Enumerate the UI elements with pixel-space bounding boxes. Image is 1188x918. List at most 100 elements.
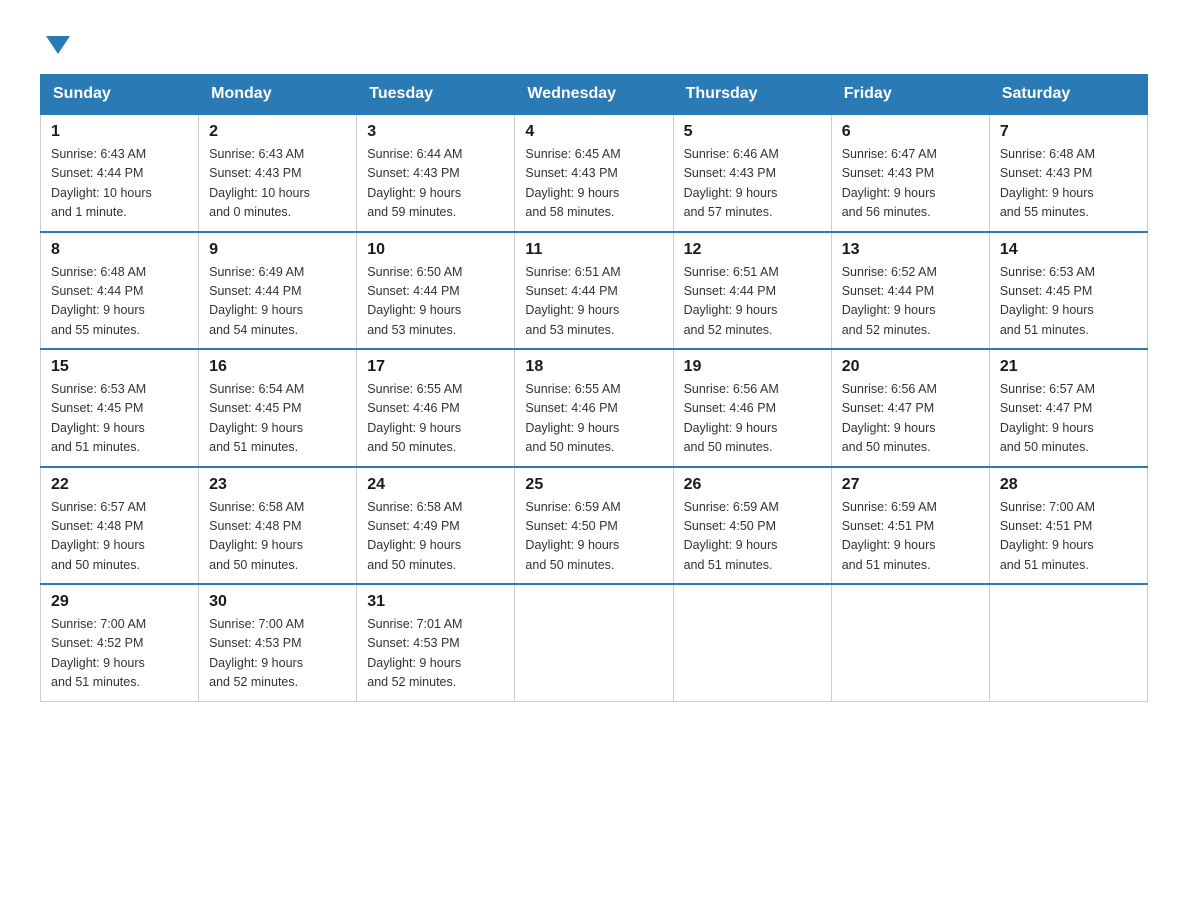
day-info: Sunrise: 6:49 AMSunset: 4:44 PMDaylight:… <box>209 263 346 341</box>
week-row-2: 8 Sunrise: 6:48 AMSunset: 4:44 PMDayligh… <box>41 232 1148 350</box>
week-row-1: 1 Sunrise: 6:43 AMSunset: 4:44 PMDayligh… <box>41 114 1148 232</box>
calendar-cell: 13 Sunrise: 6:52 AMSunset: 4:44 PMDaylig… <box>831 232 989 350</box>
calendar-cell: 25 Sunrise: 6:59 AMSunset: 4:50 PMDaylig… <box>515 467 673 585</box>
day-number: 5 <box>684 123 821 141</box>
day-number: 30 <box>209 593 346 611</box>
day-info: Sunrise: 6:47 AMSunset: 4:43 PMDaylight:… <box>842 145 979 223</box>
day-info: Sunrise: 6:50 AMSunset: 4:44 PMDaylight:… <box>367 263 504 341</box>
calendar-cell <box>515 584 673 701</box>
day-number: 29 <box>51 593 188 611</box>
day-info: Sunrise: 6:44 AMSunset: 4:43 PMDaylight:… <box>367 145 504 223</box>
day-info: Sunrise: 6:52 AMSunset: 4:44 PMDaylight:… <box>842 263 979 341</box>
day-info: Sunrise: 6:46 AMSunset: 4:43 PMDaylight:… <box>684 145 821 223</box>
day-number: 2 <box>209 123 346 141</box>
calendar-cell: 27 Sunrise: 6:59 AMSunset: 4:51 PMDaylig… <box>831 467 989 585</box>
calendar-cell <box>989 584 1147 701</box>
calendar-cell: 20 Sunrise: 6:56 AMSunset: 4:47 PMDaylig… <box>831 349 989 467</box>
day-number: 3 <box>367 123 504 141</box>
day-info: Sunrise: 6:45 AMSunset: 4:43 PMDaylight:… <box>525 145 662 223</box>
calendar-cell: 5 Sunrise: 6:46 AMSunset: 4:43 PMDayligh… <box>673 114 831 232</box>
calendar-cell: 29 Sunrise: 7:00 AMSunset: 4:52 PMDaylig… <box>41 584 199 701</box>
day-info: Sunrise: 6:51 AMSunset: 4:44 PMDaylight:… <box>684 263 821 341</box>
day-number: 16 <box>209 358 346 376</box>
day-number: 17 <box>367 358 504 376</box>
day-info: Sunrise: 6:57 AMSunset: 4:48 PMDaylight:… <box>51 498 188 576</box>
day-info: Sunrise: 6:56 AMSunset: 4:47 PMDaylight:… <box>842 380 979 458</box>
weekday-header-monday: Monday <box>199 75 357 115</box>
day-number: 27 <box>842 476 979 494</box>
calendar-cell: 2 Sunrise: 6:43 AMSunset: 4:43 PMDayligh… <box>199 114 357 232</box>
calendar-cell: 12 Sunrise: 6:51 AMSunset: 4:44 PMDaylig… <box>673 232 831 350</box>
logo-blue-row <box>40 30 70 54</box>
day-number: 28 <box>1000 476 1137 494</box>
weekday-header-sunday: Sunday <box>41 75 199 115</box>
calendar-cell: 31 Sunrise: 7:01 AMSunset: 4:53 PMDaylig… <box>357 584 515 701</box>
day-number: 10 <box>367 241 504 259</box>
calendar-cell: 22 Sunrise: 6:57 AMSunset: 4:48 PMDaylig… <box>41 467 199 585</box>
calendar-cell: 10 Sunrise: 6:50 AMSunset: 4:44 PMDaylig… <box>357 232 515 350</box>
day-number: 14 <box>1000 241 1137 259</box>
calendar-cell: 1 Sunrise: 6:43 AMSunset: 4:44 PMDayligh… <box>41 114 199 232</box>
day-info: Sunrise: 7:01 AMSunset: 4:53 PMDaylight:… <box>367 615 504 693</box>
calendar-cell: 9 Sunrise: 6:49 AMSunset: 4:44 PMDayligh… <box>199 232 357 350</box>
day-number: 31 <box>367 593 504 611</box>
day-info: Sunrise: 6:53 AMSunset: 4:45 PMDaylight:… <box>1000 263 1137 341</box>
calendar-cell: 26 Sunrise: 6:59 AMSunset: 4:50 PMDaylig… <box>673 467 831 585</box>
day-info: Sunrise: 6:57 AMSunset: 4:47 PMDaylight:… <box>1000 380 1137 458</box>
calendar-cell: 3 Sunrise: 6:44 AMSunset: 4:43 PMDayligh… <box>357 114 515 232</box>
day-info: Sunrise: 6:51 AMSunset: 4:44 PMDaylight:… <box>525 263 662 341</box>
day-number: 11 <box>525 241 662 259</box>
calendar-cell: 23 Sunrise: 6:58 AMSunset: 4:48 PMDaylig… <box>199 467 357 585</box>
calendar-cell <box>831 584 989 701</box>
weekday-header-thursday: Thursday <box>673 75 831 115</box>
day-info: Sunrise: 7:00 AMSunset: 4:51 PMDaylight:… <box>1000 498 1137 576</box>
day-info: Sunrise: 6:43 AMSunset: 4:43 PMDaylight:… <box>209 145 346 223</box>
day-info: Sunrise: 7:00 AMSunset: 4:52 PMDaylight:… <box>51 615 188 693</box>
calendar-cell: 30 Sunrise: 7:00 AMSunset: 4:53 PMDaylig… <box>199 584 357 701</box>
day-number: 6 <box>842 123 979 141</box>
day-info: Sunrise: 6:48 AMSunset: 4:43 PMDaylight:… <box>1000 145 1137 223</box>
calendar-cell: 11 Sunrise: 6:51 AMSunset: 4:44 PMDaylig… <box>515 232 673 350</box>
calendar-cell: 18 Sunrise: 6:55 AMSunset: 4:46 PMDaylig… <box>515 349 673 467</box>
calendar-cell: 21 Sunrise: 6:57 AMSunset: 4:47 PMDaylig… <box>989 349 1147 467</box>
day-info: Sunrise: 6:59 AMSunset: 4:50 PMDaylight:… <box>684 498 821 576</box>
calendar-cell: 28 Sunrise: 7:00 AMSunset: 4:51 PMDaylig… <box>989 467 1147 585</box>
day-number: 4 <box>525 123 662 141</box>
calendar-cell: 16 Sunrise: 6:54 AMSunset: 4:45 PMDaylig… <box>199 349 357 467</box>
calendar-cell: 6 Sunrise: 6:47 AMSunset: 4:43 PMDayligh… <box>831 114 989 232</box>
calendar-cell: 7 Sunrise: 6:48 AMSunset: 4:43 PMDayligh… <box>989 114 1147 232</box>
day-info: Sunrise: 6:58 AMSunset: 4:49 PMDaylight:… <box>367 498 504 576</box>
logo <box>40 30 70 54</box>
day-number: 25 <box>525 476 662 494</box>
calendar-cell: 8 Sunrise: 6:48 AMSunset: 4:44 PMDayligh… <box>41 232 199 350</box>
weekday-header-friday: Friday <box>831 75 989 115</box>
day-info: Sunrise: 6:54 AMSunset: 4:45 PMDaylight:… <box>209 380 346 458</box>
day-number: 15 <box>51 358 188 376</box>
calendar-cell: 4 Sunrise: 6:45 AMSunset: 4:43 PMDayligh… <box>515 114 673 232</box>
day-number: 8 <box>51 241 188 259</box>
day-number: 13 <box>842 241 979 259</box>
page-header <box>40 30 1148 54</box>
day-info: Sunrise: 6:43 AMSunset: 4:44 PMDaylight:… <box>51 145 188 223</box>
calendar-cell <box>673 584 831 701</box>
day-number: 18 <box>525 358 662 376</box>
week-row-5: 29 Sunrise: 7:00 AMSunset: 4:52 PMDaylig… <box>41 584 1148 701</box>
day-number: 24 <box>367 476 504 494</box>
calendar-cell: 17 Sunrise: 6:55 AMSunset: 4:46 PMDaylig… <box>357 349 515 467</box>
day-number: 26 <box>684 476 821 494</box>
weekday-header-saturday: Saturday <box>989 75 1147 115</box>
day-number: 20 <box>842 358 979 376</box>
day-info: Sunrise: 6:59 AMSunset: 4:51 PMDaylight:… <box>842 498 979 576</box>
day-info: Sunrise: 6:56 AMSunset: 4:46 PMDaylight:… <box>684 380 821 458</box>
weekday-header-wednesday: Wednesday <box>515 75 673 115</box>
day-info: Sunrise: 6:58 AMSunset: 4:48 PMDaylight:… <box>209 498 346 576</box>
day-number: 23 <box>209 476 346 494</box>
calendar-cell: 14 Sunrise: 6:53 AMSunset: 4:45 PMDaylig… <box>989 232 1147 350</box>
calendar-cell: 19 Sunrise: 6:56 AMSunset: 4:46 PMDaylig… <box>673 349 831 467</box>
day-number: 22 <box>51 476 188 494</box>
day-number: 21 <box>1000 358 1137 376</box>
day-number: 9 <box>209 241 346 259</box>
calendar-cell: 24 Sunrise: 6:58 AMSunset: 4:49 PMDaylig… <box>357 467 515 585</box>
week-row-3: 15 Sunrise: 6:53 AMSunset: 4:45 PMDaylig… <box>41 349 1148 467</box>
day-info: Sunrise: 7:00 AMSunset: 4:53 PMDaylight:… <box>209 615 346 693</box>
